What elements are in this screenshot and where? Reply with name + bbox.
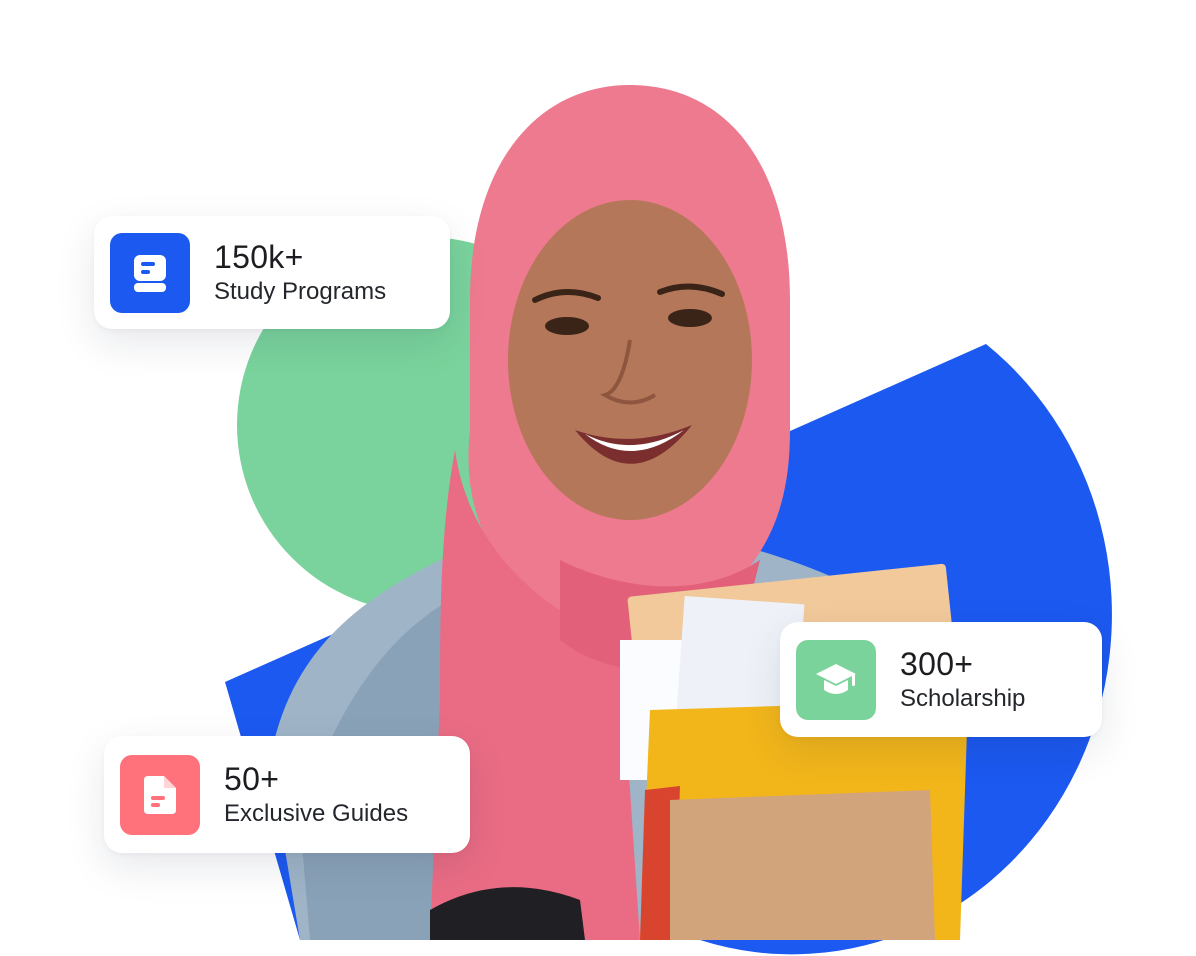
stat-card-study-programs: 150k+ Study Programs xyxy=(94,216,450,329)
stat-card-scholarship: 300+ Scholarship xyxy=(780,622,1102,737)
exclusive-guides-value: 50+ xyxy=(224,760,280,797)
stat-card-exclusive-guides: 50+ Exclusive Guides xyxy=(104,736,470,853)
study-programs-value: 150k+ xyxy=(214,238,304,275)
books-stack xyxy=(620,563,968,940)
left-eye xyxy=(545,317,589,335)
study-programs-label: Study Programs xyxy=(214,277,387,305)
graduation-cap-icon xyxy=(796,639,876,720)
brown-notebook xyxy=(670,790,935,940)
book-icon xyxy=(110,232,190,313)
hero-illustration: 150k+ Study Programs 300+ Scholarship 50… xyxy=(0,0,1196,956)
right-eye xyxy=(668,309,712,327)
exclusive-guides-label: Exclusive Guides xyxy=(224,799,409,827)
document-icon xyxy=(120,754,200,835)
scholarship-value: 300+ xyxy=(900,645,974,682)
scholarship-label: Scholarship xyxy=(900,684,1026,712)
face xyxy=(508,200,752,520)
